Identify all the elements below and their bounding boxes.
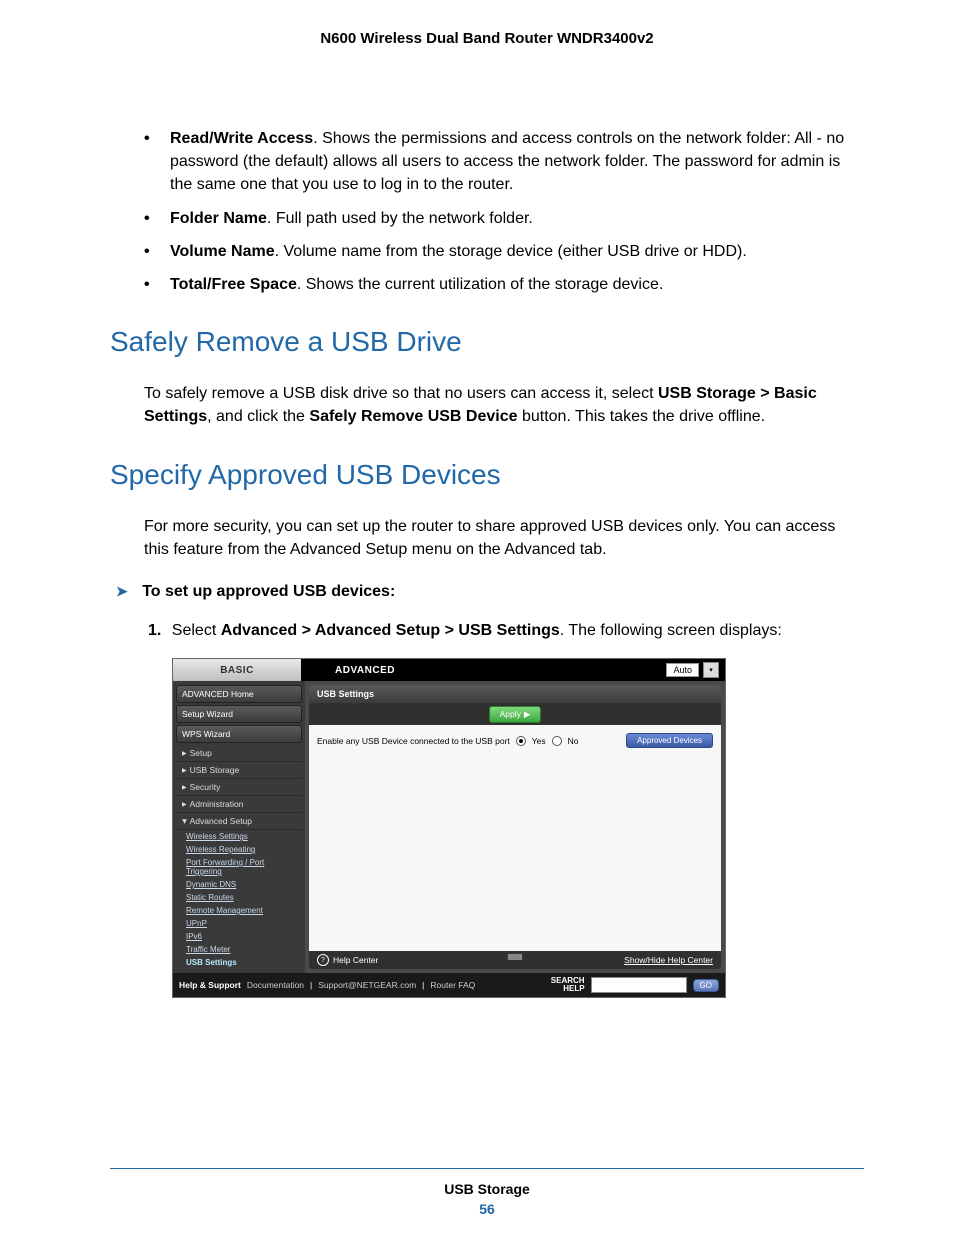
sidebar-administration[interactable]: ▶Administration — [176, 796, 302, 813]
procedure-heading-text: To set up approved USB devices: — [142, 583, 395, 600]
router-footer: Help & Support Documentation | Support@N… — [173, 973, 725, 997]
term-text: . Volume name from the storage device (e… — [275, 243, 747, 260]
heading-safely-remove: Safely Remove a USB Drive — [110, 326, 864, 358]
para-specify: For more security, you can set up the ro… — [144, 515, 854, 561]
approved-devices-button[interactable]: Approved Devices — [626, 733, 713, 748]
bullet-item: Read/Write Access. Shows the permissions… — [170, 127, 864, 197]
dropdown-icon[interactable]: ▾ — [703, 662, 719, 678]
faq-link[interactable]: Router FAQ — [430, 980, 475, 990]
footer-rule — [110, 1168, 864, 1169]
text: Select — [172, 622, 221, 639]
sidebar-advanced-home[interactable]: ADVANCED Home — [176, 685, 302, 703]
help-bar: ? Help Center ▀▀ Show/Hide Help Center — [309, 951, 721, 969]
para-safely-remove: To safely remove a USB disk drive so tha… — [144, 382, 854, 428]
help-icon: ? — [317, 954, 329, 966]
sidebar-label: Administration — [190, 799, 244, 809]
separator: | — [422, 980, 424, 990]
doc-header: N600 Wireless Dual Band Router WNDR3400v… — [110, 30, 864, 47]
router-admin-ui: BASIC ADVANCED Auto ▾ ADVANCED Home Setu… — [172, 658, 726, 998]
term: Volume Name — [170, 243, 275, 260]
step-number: 1. — [148, 622, 161, 639]
radio-yes-label: Yes — [532, 736, 546, 746]
footer-page-number: 56 — [110, 1201, 864, 1217]
footer-section: USB Storage — [110, 1181, 864, 1197]
radio-no-label: No — [568, 736, 579, 746]
enable-usb-label: Enable any USB Device connected to the U… — [317, 736, 510, 746]
bullet-item: Total/Free Space. Shows the current util… — [170, 273, 864, 296]
text: , and click the — [207, 408, 309, 425]
sidebar-label: Security — [190, 782, 221, 792]
go-button[interactable]: GO — [693, 979, 719, 992]
apply-label: Apply — [500, 709, 521, 719]
procedure-arrow-icon: ➤ — [116, 583, 128, 600]
sidebar-usb-storage[interactable]: ▶USB Storage — [176, 762, 302, 779]
refresh-control: Auto ▾ — [666, 659, 725, 681]
subitem-wireless-settings[interactable]: Wireless Settings — [176, 830, 302, 843]
sidebar-setup-wizard[interactable]: Setup Wizard — [176, 705, 302, 723]
panel-title: USB Settings — [309, 685, 721, 703]
sidebar-security[interactable]: ▶Security — [176, 779, 302, 796]
text: To safely remove a USB disk drive so tha… — [144, 385, 658, 402]
subitem-traffic-meter[interactable]: Traffic Meter — [176, 943, 302, 956]
auto-button[interactable]: Auto — [666, 663, 699, 677]
bold-path: Advanced > Advanced Setup > USB Settings — [221, 622, 560, 639]
step-1: 1. Select Advanced > Advanced Setup > US… — [172, 619, 864, 642]
subitem-dynamic-dns[interactable]: Dynamic DNS — [176, 878, 302, 891]
bold-button: Safely Remove USB Device — [309, 408, 517, 425]
procedure-heading: ➤ To set up approved USB devices: — [116, 583, 864, 601]
doc-footer: USB Storage 56 — [110, 1181, 864, 1217]
bullet-list: Read/Write Access. Shows the permissions… — [110, 127, 864, 296]
term: Folder Name — [170, 210, 267, 227]
sidebar: ADVANCED Home Setup Wizard WPS Wizard ▶S… — [173, 681, 305, 973]
help-support-label: Help & Support — [179, 980, 241, 990]
triangle-down-icon: ▶ — [181, 819, 188, 824]
triangle-right-icon: ▶ — [182, 784, 187, 791]
text: button. This takes the drive offline. — [518, 408, 766, 425]
embedded-screenshot: BASIC ADVANCED Auto ▾ ADVANCED Home Setu… — [172, 658, 864, 998]
radio-yes[interactable] — [516, 736, 526, 746]
subitem-usb-settings[interactable]: USB Settings — [176, 956, 302, 969]
sidebar-advanced-setup[interactable]: ▶Advanced Setup — [176, 813, 302, 830]
show-hide-help-link[interactable]: Show/Hide Help Center — [624, 955, 713, 965]
search-help-input[interactable] — [591, 977, 687, 993]
sidebar-label: Advanced Setup — [190, 816, 252, 826]
tab-basic[interactable]: BASIC — [173, 659, 301, 681]
subitem-ipv6[interactable]: IPv6 — [176, 930, 302, 943]
search-help-label: SEARCHHELP — [551, 977, 585, 993]
bullet-item: Volume Name. Volume name from the storag… — [170, 240, 864, 263]
subitem-wireless-repeating[interactable]: Wireless Repeating — [176, 843, 302, 856]
sidebar-label: Setup — [190, 748, 212, 758]
play-icon: ▶ — [524, 709, 531, 720]
sidebar-wps-wizard[interactable]: WPS Wizard — [176, 725, 302, 743]
triangle-right-icon: ▶ — [182, 750, 187, 757]
subitem-static-routes[interactable]: Static Routes — [176, 891, 302, 904]
chevron-up-icon[interactable]: ▀▀ — [508, 955, 522, 966]
help-center-label[interactable]: Help Center — [333, 955, 378, 965]
radio-no[interactable] — [552, 736, 562, 746]
separator: | — [310, 980, 312, 990]
tab-advanced[interactable]: ADVANCED — [301, 659, 429, 681]
apply-button[interactable]: Apply▶ — [489, 706, 542, 723]
heading-specify-approved: Specify Approved USB Devices — [110, 459, 864, 491]
text: . The following screen displays: — [560, 622, 782, 639]
tab-spacer — [429, 659, 666, 681]
panel-content: Enable any USB Device connected to the U… — [309, 725, 721, 951]
documentation-link[interactable]: Documentation — [247, 980, 304, 990]
triangle-right-icon: ▶ — [182, 801, 187, 808]
triangle-right-icon: ▶ — [182, 767, 187, 774]
term: Total/Free Space — [170, 276, 297, 293]
subitem-port-forwarding[interactable]: Port Forwarding / Port Triggering — [176, 856, 302, 878]
term-text: . Shows the current utilization of the s… — [297, 276, 663, 293]
subitem-remote-management[interactable]: Remote Management — [176, 904, 302, 917]
support-link[interactable]: Support@NETGEAR.com — [318, 980, 416, 990]
sidebar-setup[interactable]: ▶Setup — [176, 745, 302, 762]
sidebar-label: USB Storage — [190, 765, 240, 775]
term-text: . Full path used by the network folder. — [267, 210, 533, 227]
bullet-item: Folder Name. Full path used by the netwo… — [170, 207, 864, 230]
main-panel: USB Settings Apply▶ Enable any USB Devic… — [305, 681, 725, 973]
subitem-upnp[interactable]: UPnP — [176, 917, 302, 930]
term: Read/Write Access — [170, 130, 313, 147]
panel-toolbar: Apply▶ — [309, 703, 721, 725]
